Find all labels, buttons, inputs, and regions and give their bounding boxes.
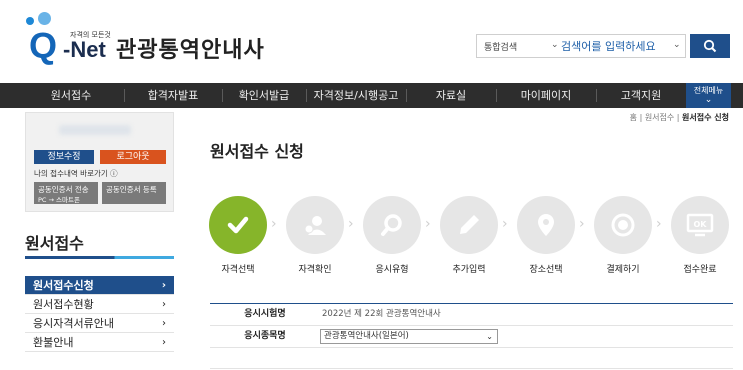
step-circle <box>209 196 267 254</box>
global-nav: 원서접수 합격자발표 확인서발급 자격정보/시행공고 자료실 마이페이지 고객지… <box>0 83 743 108</box>
step-arrow-icon: › <box>348 216 354 232</box>
nav-item-certificate[interactable]: 확인서발급 <box>222 83 306 108</box>
magnifier-icon <box>381 214 402 236</box>
nav-item-apply[interactable]: 원서접수 <box>18 83 124 108</box>
exam-type-label: 응시종목명 <box>244 331 286 341</box>
page-title: 원서접수 신청 <box>210 142 304 161</box>
nav-item-library[interactable]: 자료실 <box>406 83 496 108</box>
step-label: 추가입력 <box>452 265 486 275</box>
coin-icon <box>611 213 635 237</box>
search-icon <box>703 39 717 53</box>
logo-dot-large <box>38 12 51 25</box>
search-input[interactable] <box>561 37 671 56</box>
exam-type-value: 관광통역안내사(일본어) <box>324 331 409 341</box>
chevron-down-icon: ⌄ <box>551 40 559 50</box>
sidebar-title-underline <box>25 256 174 259</box>
search-scope-select[interactable]: 통합검색 <box>484 40 517 53</box>
user-name-blurred <box>59 125 131 135</box>
edit-profile-button[interactable]: 정보수정 <box>34 150 94 164</box>
exam-session-label: 응시시험명 <box>244 309 286 319</box>
sidebar-item-refund[interactable]: 환불안내 › <box>25 333 174 352</box>
step-label: 접수완료 <box>683 265 717 275</box>
breadcrumb: 홈 | 원서접수 | 원서접수 신청 <box>629 113 729 122</box>
my-applications-label: 나의 접수내역 바로가기 <box>34 169 108 178</box>
exam-session-row: 응시시험명 2022년 제 22회 관광통역안내사 <box>210 304 733 326</box>
sidebar-item-label: 환불안내 <box>33 336 74 349</box>
step-label: 장소선택 <box>529 265 563 275</box>
user-info-box: 정보수정 로그아웃 나의 접수내역 바로가기 ⓘ 공동인증서 전송 PC → 스… <box>25 112 174 212</box>
svg-text:OK: OK <box>694 220 708 229</box>
nav-item-qualification-info[interactable]: 자격정보/시행공고 <box>306 83 406 108</box>
my-applications-link[interactable]: 나의 접수내역 바로가기 ⓘ <box>34 168 118 179</box>
pencil-icon <box>460 215 479 234</box>
logo-q: Q <box>29 25 58 66</box>
step-circle: OK <box>671 196 729 254</box>
exam-session-value: 2022년 제 22회 관광통역안내사 <box>322 309 441 319</box>
chevron-down-icon: ⌄ <box>704 95 713 105</box>
search-button[interactable] <box>690 34 730 58</box>
step-label: 응시유형 <box>375 265 409 275</box>
table-bottom-divider <box>210 368 733 369</box>
step-label: 자격선택 <box>221 265 255 275</box>
step-arrow-icon: › <box>502 216 508 232</box>
ok-monitor-icon: OK <box>686 213 714 237</box>
logo-dot-small <box>26 17 34 25</box>
sidebar-item-label: 원서접수현황 <box>33 298 94 311</box>
nav-item-results[interactable]: 합격자발표 <box>124 83 222 108</box>
qnet-logo[interactable]: Q 자격의 모든것 -Net <box>26 12 114 68</box>
step-circle <box>363 196 421 254</box>
step-circle <box>517 196 575 254</box>
exam-type-row: 응시종목명 관광통역안내사(일본어) ⌄ <box>210 326 733 348</box>
user-check-icon <box>304 216 326 235</box>
step-arrow-icon: › <box>271 216 277 232</box>
chevron-down-icon: ⌄ <box>673 40 681 50</box>
sidebar-item-status[interactable]: 원서접수현황 › <box>25 295 174 314</box>
breadcrumb-parent[interactable]: 원서접수 <box>645 113 674 122</box>
exam-type-select[interactable]: 관광통역안내사(일본어) ⌄ <box>320 329 498 344</box>
circle-arrow-icon: ⓘ <box>110 169 118 178</box>
exam-info-table: 응시시험명 2022년 제 22회 관광통역안내사 응시종목명 관광통역안내사(… <box>210 303 733 348</box>
sidebar-item-documents[interactable]: 응시자격서류안내 › <box>25 314 174 333</box>
chevron-down-icon: ⌄ <box>486 332 493 341</box>
cert-register-button[interactable]: 공동인증서 등록 <box>102 182 166 204</box>
logout-button[interactable]: 로그아웃 <box>100 150 166 164</box>
sidebar-item-apply[interactable]: 원서접수신청 › <box>25 276 174 295</box>
location-pin-icon <box>538 214 554 236</box>
site-header: Q 자격의 모든것 -Net 관광통역안내사 통합검색 ⌄ ⌄ <box>0 0 743 82</box>
chevron-right-icon: › <box>162 337 166 348</box>
step-arrow-icon: › <box>579 216 585 232</box>
breadcrumb-current: 원서접수 신청 <box>682 113 729 122</box>
site-title: 관광통역안내사 <box>116 38 265 63</box>
sidebar-item-label: 원서접수신청 <box>33 279 94 292</box>
sidebar-menu: 원서접수신청 › 원서접수현황 › 응시자격서류안내 › 환불안내 › <box>25 276 174 352</box>
cert-transfer-sublabel: PC → 스마트폰 <box>38 196 80 204</box>
step-circle <box>440 196 498 254</box>
search-box: 통합검색 ⌄ ⌄ <box>476 34 686 58</box>
step-arrow-icon: › <box>425 216 431 232</box>
chevron-right-icon: › <box>161 280 166 291</box>
sidebar-item-label: 응시자격서류안내 <box>33 317 114 330</box>
nav-item-support[interactable]: 고객지원 <box>596 83 686 108</box>
breadcrumb-home[interactable]: 홈 <box>630 113 637 122</box>
all-menu-button[interactable]: 전체메뉴 ⌄ <box>686 83 731 108</box>
logo-net: -Net <box>63 37 106 62</box>
step-label: 결제하기 <box>606 265 640 275</box>
step-label: 자격확인 <box>298 265 332 275</box>
cert-transfer-button[interactable]: 공동인증서 전송 PC → 스마트폰 <box>34 182 98 204</box>
step-circle <box>594 196 652 254</box>
chevron-right-icon: › <box>162 318 166 329</box>
check-icon <box>227 216 249 234</box>
sidebar-title: 원서접수 <box>25 234 84 253</box>
nav-item-mypage[interactable]: 마이페이지 <box>496 83 596 108</box>
step-arrow-icon: › <box>656 216 662 232</box>
step-circle <box>286 196 344 254</box>
chevron-right-icon: › <box>162 299 166 310</box>
